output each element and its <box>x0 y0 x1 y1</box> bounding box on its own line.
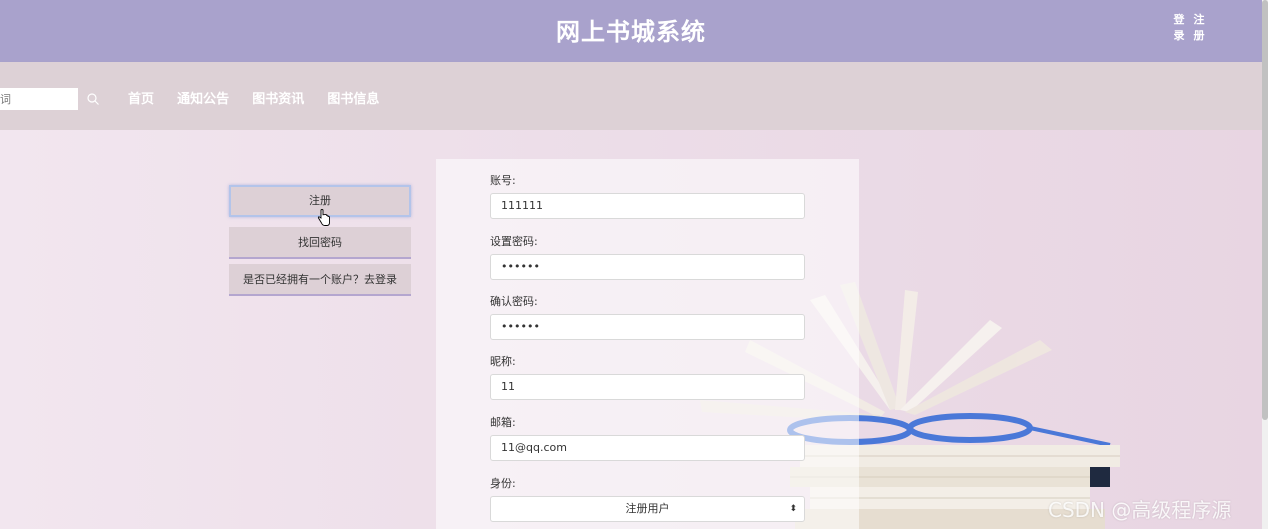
go-login-button[interactable]: 是否已经拥有一个账户？去登录 <box>229 264 411 296</box>
scrollbar-thumb[interactable] <box>1262 0 1268 420</box>
nav-links: 首页 通知公告 图书资讯 图书信息 <box>128 88 397 108</box>
nickname-input[interactable]: 11 <box>490 374 805 400</box>
confirm-password-input[interactable]: •••••• <box>490 314 805 340</box>
search-icon[interactable] <box>86 92 100 106</box>
search-input[interactable] <box>0 88 78 110</box>
find-password-button[interactable]: 找回密码 <box>229 227 411 259</box>
nav-home[interactable]: 首页 <box>128 90 154 110</box>
account-input[interactable]: 111111 <box>490 193 805 219</box>
email-input[interactable]: 11@qq.com <box>490 435 805 461</box>
account-label: 账号: <box>490 174 516 187</box>
nav-book-info[interactable]: 图书信息 <box>327 90 379 110</box>
csdn-watermark: CSDN @高级程序源 <box>1048 498 1232 522</box>
register-link[interactable]: 注 册 <box>1192 12 1206 44</box>
role-select-value: 注册用户 <box>625 502 670 515</box>
nav-book-news[interactable]: 图书资讯 <box>252 90 304 110</box>
select-arrow-icon: ⬍ <box>789 504 797 514</box>
nav-bar: 首页 通知公告 图书资讯 图书信息 <box>0 62 1262 130</box>
role-label: 身份: <box>490 477 516 490</box>
email-label: 邮箱: <box>490 416 516 429</box>
hand-cursor-icon <box>317 209 330 226</box>
password-label: 设置密码: <box>490 235 538 248</box>
page-scrollbar[interactable] <box>1262 0 1268 529</box>
nav-notice[interactable]: 通知公告 <box>177 90 229 110</box>
role-select[interactable]: 注册用户 ⬍ <box>490 496 805 522</box>
password-input[interactable]: •••••• <box>490 254 805 280</box>
top-header: 网上书城系统 登 录 注 册 <box>0 0 1262 62</box>
login-link[interactable]: 登 录 <box>1172 12 1186 44</box>
nickname-label: 昵称: <box>490 355 516 368</box>
site-title: 网上书城系统 <box>556 18 706 46</box>
confirm-password-label: 确认密码: <box>490 295 538 308</box>
